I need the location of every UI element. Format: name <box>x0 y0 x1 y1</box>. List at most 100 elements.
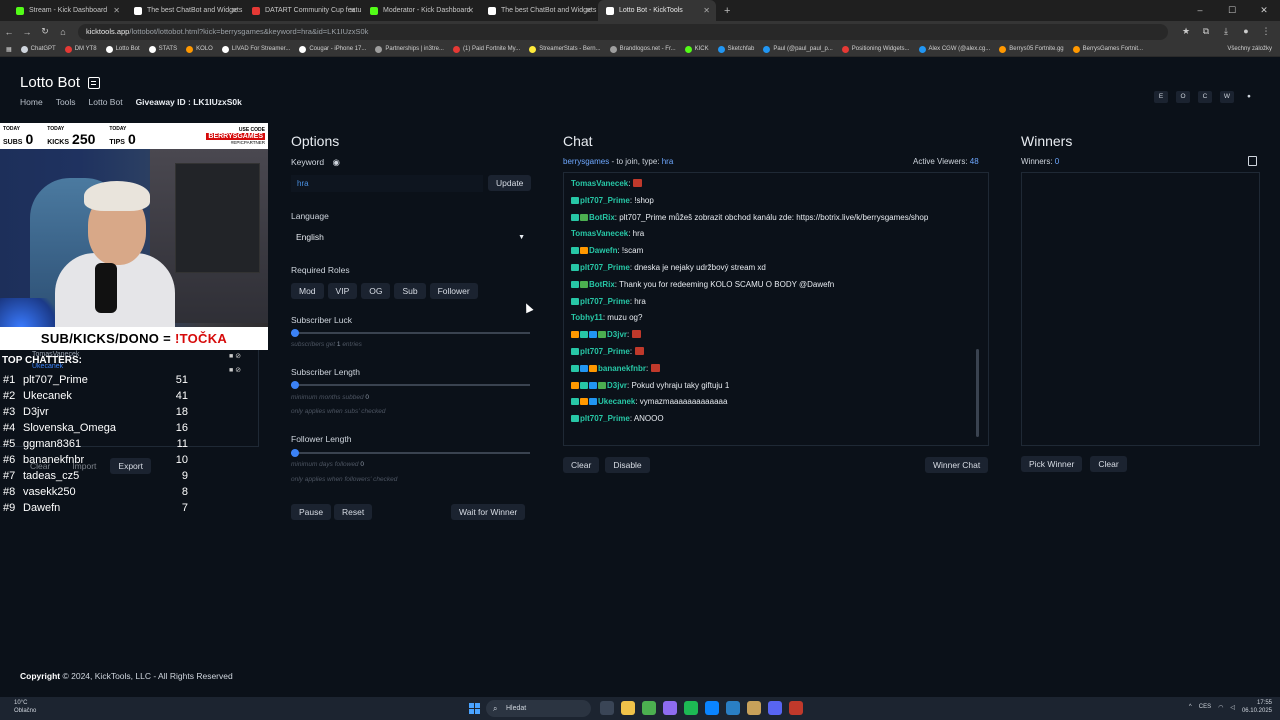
windows-start-icon[interactable] <box>469 703 480 714</box>
theme-button-w[interactable]: W <box>1220 91 1234 103</box>
follower-length-slider[interactable] <box>291 449 530 457</box>
chat-username[interactable]: TomasVanecek <box>571 229 628 238</box>
tab-close-icon[interactable]: ✕ <box>349 6 356 15</box>
back-icon[interactable]: ← <box>0 27 18 37</box>
bookmark-item[interactable]: Partnerships | in3tre... <box>375 45 444 53</box>
browser-tab[interactable]: DATART Community Cup featu ✕ <box>244 0 362 21</box>
chat-username[interactable]: bananekfnbr <box>598 364 646 373</box>
bookmark-item[interactable]: ChatGPT <box>20 45 56 53</box>
spotify-icon[interactable] <box>684 701 698 715</box>
channel-name[interactable]: berrysgames <box>563 157 609 166</box>
url-field[interactable]: kicktools.app/lottobot/lottobot.html?kic… <box>78 23 1168 40</box>
square-icon[interactable]: ■ <box>229 367 233 374</box>
role-vip-button[interactable]: VIP <box>327 283 358 299</box>
maximize-icon[interactable]: ☐ <box>1216 0 1248 21</box>
chat-username[interactable]: plt707_Prime <box>580 196 630 205</box>
menu-icon[interactable]: ⋮ <box>1256 26 1276 37</box>
chat-scrollbar[interactable] <box>976 349 979 437</box>
tab-close-icon[interactable]: ✕ <box>231 6 238 15</box>
bookmark-item[interactable]: KICK <box>684 45 709 53</box>
bookmark-item[interactable]: LIVAD For Streamer... <box>221 45 290 53</box>
app-icon[interactable] <box>663 701 677 715</box>
app-icon[interactable] <box>747 701 761 715</box>
chat-username[interactable]: Ukecanek <box>598 397 635 406</box>
minimize-icon[interactable]: – <box>1184 0 1216 21</box>
chat-username[interactable]: Dawefn <box>589 246 617 255</box>
browser-tab[interactable]: Lotto Bot - KickTools ✕ <box>598 0 716 21</box>
square-icon[interactable]: ■ <box>229 353 233 360</box>
profile-avatar[interactable]: ● <box>1236 26 1256 37</box>
bookmark-item[interactable]: Lotto Bot <box>105 45 140 53</box>
bookmark-item[interactable]: DM YT8 <box>64 45 97 53</box>
winner-chat-button[interactable]: Winner Chat <box>925 457 989 473</box>
browser-tab[interactable]: The best ChatBot and Widgets ✕ <box>126 0 244 21</box>
theme-toggle-icon[interactable]: ● <box>1242 91 1256 103</box>
role-follower-button[interactable]: Follower <box>429 283 478 299</box>
wait-for-winner-button[interactable]: Wait for Winner <box>451 504 526 520</box>
download-icon[interactable]: ⤓ <box>1216 26 1236 37</box>
discord-icon[interactable] <box>768 701 782 715</box>
role-sub-button[interactable]: Sub <box>394 283 426 299</box>
pick-winner-button[interactable]: Pick Winner <box>1021 456 1083 472</box>
tray-lang[interactable]: CES <box>1199 704 1211 710</box>
ban-icon[interactable]: ⊘ <box>235 367 241 374</box>
bookmark-item[interactable]: KOLO <box>186 45 213 53</box>
bookmark-item[interactable]: STATS <box>148 45 177 53</box>
chat-username[interactable]: plt707_Prime <box>580 347 630 356</box>
chat-username[interactable]: BotRix <box>589 213 615 222</box>
slider-handle[interactable] <box>291 329 299 337</box>
keyword-input[interactable]: hra <box>291 175 483 192</box>
clock[interactable]: 17:55 06.10.2025 <box>1242 699 1272 715</box>
chat-username[interactable]: D3jvr <box>607 381 627 390</box>
bookmark-item[interactable]: Brandlogos.net - Fr... <box>609 45 676 53</box>
task-view-icon[interactable] <box>600 701 614 715</box>
bookmark-item[interactable]: Sketchfab <box>717 45 754 53</box>
ban-icon[interactable]: ⊘ <box>235 353 241 360</box>
browser-tab[interactable]: The best ChatBot and Widgets ✕ <box>480 0 598 21</box>
file-explorer-icon[interactable] <box>621 701 635 715</box>
edge-icon[interactable] <box>705 701 719 715</box>
weather-widget[interactable]: 10°C Oblačno <box>14 699 36 715</box>
role-og-button[interactable]: OG <box>361 283 391 299</box>
home-icon[interactable]: ⌂ <box>54 27 72 37</box>
bookmark-item[interactable]: Paul (@paul_paul_p... <box>763 45 833 53</box>
eye-icon[interactable]: ◉ <box>332 157 339 167</box>
subscriber-luck-slider[interactable] <box>291 329 530 337</box>
close-window-icon[interactable]: ✕ <box>1248 0 1280 21</box>
import-button[interactable]: Import <box>64 458 104 474</box>
clear-button[interactable]: Clear <box>22 458 58 474</box>
browser-tab[interactable]: Stream - Kick Dashboard ✕ <box>8 0 126 21</box>
bookmark-item[interactable]: StreamerStats - Bern... <box>529 45 601 53</box>
bookmark-star-icon[interactable]: ★ <box>1176 26 1196 37</box>
chat-username[interactable]: TomasVanecek <box>571 179 628 188</box>
winners-clear-button[interactable]: Clear <box>1090 456 1127 472</box>
chat-disable-button[interactable]: Disable <box>605 457 650 473</box>
bookmark-item[interactable]: Alex CGW (@alex.cg... <box>918 45 990 53</box>
tray-chevron-icon[interactable]: ^ <box>1189 704 1192 710</box>
chat-username[interactable]: D3jvr <box>607 330 627 339</box>
chat-username[interactable]: Tobhy11 <box>571 313 603 322</box>
breadcrumb-tools[interactable]: Tools <box>56 97 76 107</box>
chat-username[interactable]: plt707_Prime <box>580 263 630 272</box>
pause-button[interactable]: Pause <box>291 504 332 520</box>
tab-close-icon[interactable]: ✕ <box>113 6 120 15</box>
export-button[interactable]: Export <box>110 458 151 474</box>
extensions-icon[interactable]: ⧉ <box>1196 26 1216 37</box>
bookmark-item[interactable]: Berrys05 Fortnite.gg <box>999 45 1064 53</box>
bookmark-item[interactable]: Positioning Widgets... <box>841 45 910 53</box>
slider-handle[interactable] <box>291 449 299 457</box>
bookmark-item[interactable]: Cougar - iPhone 17... <box>299 45 366 53</box>
all-bookmarks[interactable]: Všechny záložky <box>1227 42 1272 57</box>
chat-username[interactable]: plt707_Prime <box>580 297 630 306</box>
chat-box[interactable]: TomasVanecek: plt707_Prime: !shop BotRix: … <box>563 172 989 446</box>
app-icon[interactable] <box>789 701 803 715</box>
copy-icon[interactable] <box>1248 156 1257 166</box>
tab-close-icon[interactable]: ✕ <box>467 6 474 15</box>
chat-username[interactable]: BotRix <box>589 280 615 289</box>
wifi-icon[interactable]: ◠ <box>1218 704 1223 711</box>
breadcrumb-lotto-bot[interactable]: Lotto Bot <box>89 97 123 107</box>
tab-close-icon[interactable]: ✕ <box>585 6 592 15</box>
reset-button[interactable]: Reset <box>334 504 373 520</box>
reload-icon[interactable]: ↻ <box>36 26 54 37</box>
chrome-icon[interactable] <box>642 701 656 715</box>
